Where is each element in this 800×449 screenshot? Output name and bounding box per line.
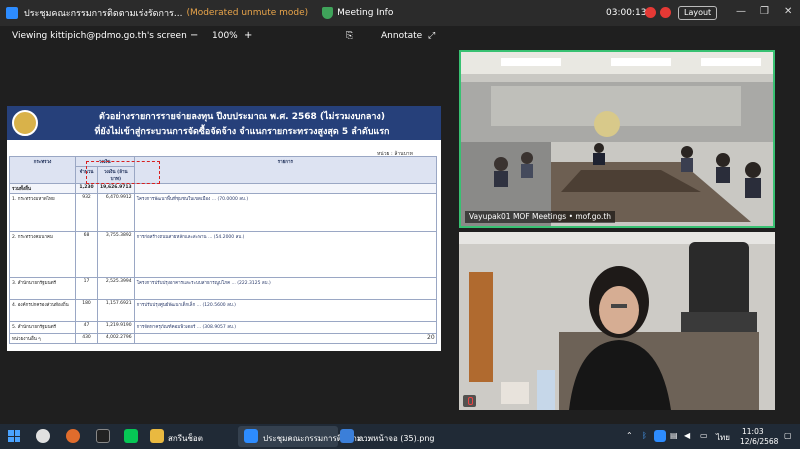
fullscreen-icon[interactable]: ⤢ xyxy=(428,31,435,41)
zoom-in-button[interactable]: + xyxy=(244,30,252,41)
total-row: รวมทั้งสิ้น 1,230 19,626.9713 xyxy=(9,183,438,194)
muted-icon xyxy=(463,395,476,407)
document-title: ตัวอย่างรายการรายจ่ายลงทุน ปีงบประมาณ พ.… xyxy=(99,112,385,122)
zoom-level: 100% xyxy=(212,31,238,41)
participant-video xyxy=(459,232,775,410)
table-row: 1. กระทรวงมหาดไทย 932 6,470.9912 โครงการ… xyxy=(9,193,438,232)
start-icon[interactable] xyxy=(8,430,20,442)
meeting-title: ประชุมคณะกรรมการติดตามเร่งรัดการ... xyxy=(24,9,183,19)
clock-time[interactable]: 11:03 xyxy=(742,427,764,436)
table-row: 3. สำนักนายกรัฐมนตรี 17 2,525.3994 โครงก… xyxy=(9,277,438,300)
header-detail: รายการ xyxy=(133,156,438,184)
restore-button[interactable]: ❐ xyxy=(760,6,769,17)
network-icon[interactable]: ▤ xyxy=(670,431,678,440)
photos-icon[interactable] xyxy=(340,429,354,443)
zoom-app-icon xyxy=(6,7,18,19)
moderated-mode-label: (Moderated unmute mode) xyxy=(186,8,309,18)
layout-button[interactable]: Layout xyxy=(678,6,718,20)
viewing-label: Viewing kittipich@pdmo.go.th's screen xyxy=(12,31,187,41)
document-subtitle: ที่ยังไม่เข้าสู่กระบวนการจัดซื้อจัดจ้าง … xyxy=(94,127,390,137)
meeting-room-video xyxy=(461,52,773,226)
zoom-tray-icon[interactable] xyxy=(654,430,666,442)
chrome-icon[interactable] xyxy=(36,429,50,443)
meeting-timer: 03:00:13 xyxy=(606,8,647,18)
record-icon[interactable] xyxy=(645,7,656,18)
table-row: 5. สำนักนายกรัฐมนตรี 47 1,219.9190 การจั… xyxy=(9,321,438,334)
language-indicator[interactable]: ไทย xyxy=(716,431,730,444)
total-label: รวมทั้งสิ้น xyxy=(9,183,76,194)
battery-icon[interactable]: ▭ xyxy=(700,431,708,440)
taskbar-png-label[interactable]: ภาพหน้าจอ (35).png xyxy=(358,432,435,445)
layout-label: Layout xyxy=(684,8,712,17)
taskbar: สกรีนช็อต ประชุมคณะกรรมการติดตาม... ภาพห… xyxy=(0,424,800,449)
title-bar: ประชุมคณะกรรมการติดตามเร่งรัดการ... (Mod… xyxy=(0,0,800,26)
video-tile-participant[interactable] xyxy=(459,232,775,410)
taskbar-folder-label[interactable]: สกรีนช็อต xyxy=(168,432,203,445)
shield-icon[interactable] xyxy=(322,7,334,19)
folder-icon[interactable] xyxy=(150,429,164,443)
header-ministry: กระทรวง xyxy=(9,156,76,184)
document-header: ตัวอย่างรายการรายจ่ายลงทุน ปีงบประมาณ พ.… xyxy=(7,106,441,140)
live-icon[interactable] xyxy=(660,7,671,18)
highlight-annotation xyxy=(86,161,160,184)
zoom-out-button[interactable]: − xyxy=(190,30,198,41)
minimize-button[interactable]: — xyxy=(736,6,746,17)
app-icon[interactable] xyxy=(66,429,80,443)
table-row: 2. กระทรวงคมนาคม 68 3,755.3892 การก่อสร้… xyxy=(9,231,438,278)
total-count: 1,230 xyxy=(75,183,98,194)
video-tile-room[interactable]: Vayupak01 MOF Meetings • mof.go.th xyxy=(459,50,775,228)
view-toolbar: Viewing kittipich@pdmo.go.th's screen − … xyxy=(0,26,800,48)
ministry-logo xyxy=(12,110,38,136)
line-icon[interactable] xyxy=(124,429,138,443)
zoom-taskbar-icon[interactable] xyxy=(244,429,258,443)
bluetooth-icon[interactable]: ᛒ xyxy=(642,431,647,440)
terminal-icon[interactable] xyxy=(96,429,110,443)
notification-icon[interactable]: ▢ xyxy=(784,431,792,440)
budget-table: กระทรวง วงเงิน รายการ จำนวน วงเงิน (ล้าน… xyxy=(9,156,438,344)
total-amount: 19,626.9713 xyxy=(97,183,135,194)
table-row: หน่วยงานอื่น ๆ 430 4,002.2796 xyxy=(9,333,438,344)
clock-date[interactable]: 12/6/2568 xyxy=(740,437,778,446)
annotate-button[interactable]: Annotate xyxy=(381,31,422,41)
shared-screen: ตัวอย่างรายการรายจ่ายลงทุน ปีงบประมาณ พ.… xyxy=(7,106,441,351)
close-button[interactable]: ✕ xyxy=(784,6,792,17)
meeting-info-button[interactable]: Meeting Info xyxy=(337,8,393,18)
share-icon[interactable]: ⎘ xyxy=(346,31,353,41)
participant-label: Vayupak01 MOF Meetings • mof.go.th xyxy=(465,211,616,223)
table-row: 4. องค์กรปกครองส่วนท้องถิ่น 180 1,157.69… xyxy=(9,299,438,322)
page-number: 20 xyxy=(427,334,435,341)
volume-icon[interactable]: ◀ xyxy=(684,431,690,440)
chevron-up-icon[interactable]: ⌃ xyxy=(626,431,633,440)
